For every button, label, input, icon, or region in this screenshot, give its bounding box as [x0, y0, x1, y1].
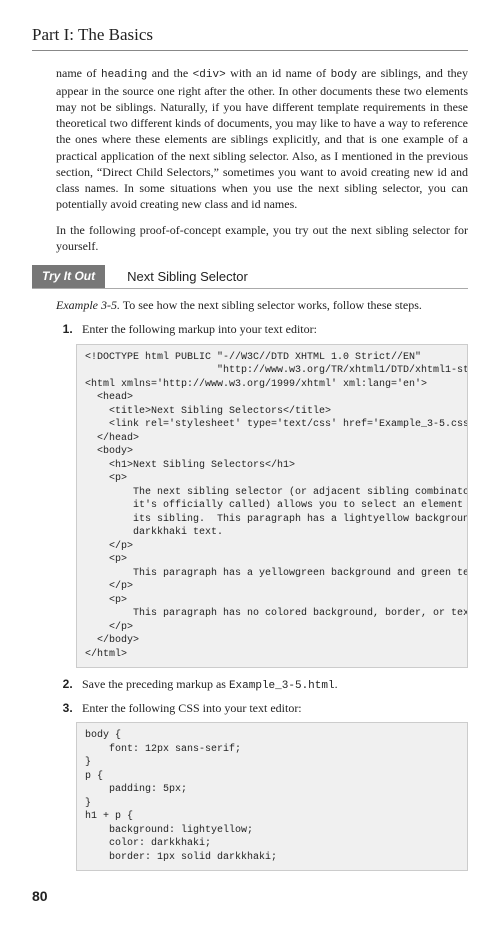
step-2: Save the preceding markup as Example_3-5…	[76, 676, 468, 694]
inline-code: Example_3-5.html	[229, 680, 335, 692]
intro-paragraph-2: In the following proof-of-concept exampl…	[56, 222, 468, 254]
step-1: Enter the following markup into your tex…	[76, 321, 468, 337]
inline-code: body	[331, 69, 357, 81]
text-fragment: name of	[56, 66, 101, 80]
example-text: To see how the next sibling selector wor…	[120, 298, 422, 312]
example-caption: Example 3-5. To see how the next sibling…	[56, 297, 468, 313]
text-fragment: .	[335, 677, 338, 691]
page-number: 80	[32, 887, 468, 906]
steps-list: Enter the following markup into your tex…	[56, 321, 468, 337]
step-2-text: Save the preceding markup as Example_3-5…	[82, 677, 338, 691]
example-label: Example 3-5.	[56, 298, 120, 312]
part-title: Part I: The Basics	[32, 24, 468, 51]
steps-list-cont: Save the preceding markup as Example_3-5…	[56, 676, 468, 716]
text-fragment: are siblings, and they appear in the sou…	[56, 66, 468, 211]
intro-paragraph-1: name of heading and the <div> with an id…	[56, 65, 468, 212]
try-it-out-title: Next Sibling Selector	[105, 265, 248, 289]
text-fragment: Save the preceding markup as	[82, 677, 229, 691]
code-block-html: <!DOCTYPE html PUBLIC "-//W3C//DTD XHTML…	[76, 344, 468, 669]
step-1-text: Enter the following markup into your tex…	[82, 322, 317, 336]
code-block-css: body { font: 12px sans-serif; } p { padd…	[76, 722, 468, 871]
step-3: Enter the following CSS into your text e…	[76, 700, 468, 716]
try-it-out-header: Try It Out Next Sibling Selector	[32, 265, 468, 290]
inline-code: <div>	[193, 69, 226, 81]
text-fragment: and the	[147, 66, 192, 80]
text-fragment: with an id name of	[226, 66, 331, 80]
step-3-text: Enter the following CSS into your text e…	[82, 701, 302, 715]
try-it-out-badge: Try It Out	[32, 265, 105, 289]
inline-code: heading	[101, 69, 147, 81]
